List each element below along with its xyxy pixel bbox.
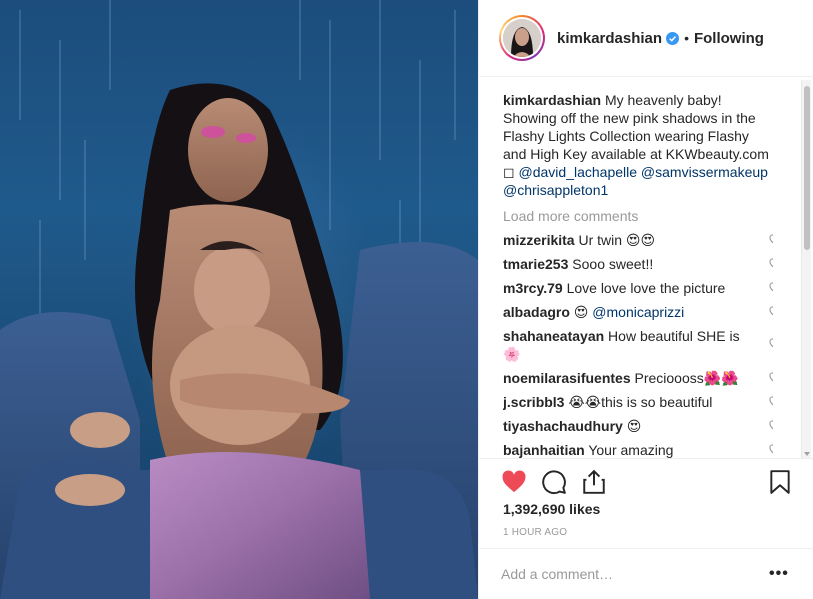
comment-username[interactable]: m3rcy.79 xyxy=(503,280,563,296)
mention-link[interactable]: @chrisappleton1 xyxy=(503,182,608,198)
comment-text: Sooo sweet!! xyxy=(568,256,654,272)
heart-outline-icon[interactable] xyxy=(769,258,773,270)
avatar-portrait xyxy=(503,19,541,57)
comment-username[interactable]: shahaneatayan xyxy=(503,328,604,344)
verified-badge-icon xyxy=(666,31,680,45)
comment-text: 😍 xyxy=(622,418,642,434)
heart-outline-icon[interactable] xyxy=(769,420,773,432)
heart-outline-icon[interactable] xyxy=(769,444,773,456)
post-side-panel: kimkardashian • Following kimkardashian … xyxy=(478,0,813,599)
comment-item: tiyashachaudhury 😍 xyxy=(503,417,773,435)
comment-text: Love love love the picture xyxy=(562,280,726,296)
photo-illustration xyxy=(0,0,478,599)
mention-link[interactable]: @samvissermakeup xyxy=(641,164,768,180)
comment-item: m3rcy.79 Love love love the picture xyxy=(503,279,773,297)
heart-outline-icon[interactable] xyxy=(769,396,773,408)
comment-username[interactable]: tmarie253 xyxy=(503,256,568,272)
heart-outline-icon[interactable] xyxy=(769,372,773,384)
scroll-down-arrow-icon[interactable] xyxy=(804,452,810,456)
comment-item: mizzerikita Ur twin 😍😍 xyxy=(503,231,773,249)
post-header: kimkardashian • Following xyxy=(479,0,813,77)
comment-item: albadagro 😍 @monicaprizzi xyxy=(503,303,773,321)
separator-dot: • xyxy=(684,30,689,46)
comments-scrollbar[interactable] xyxy=(801,80,811,458)
comment-text: Your amazing xyxy=(584,442,674,458)
avatar-image xyxy=(503,19,541,57)
header-username[interactable]: kimkardashian xyxy=(557,30,662,47)
comment-username[interactable]: tiyashachaudhury xyxy=(503,418,623,434)
comment-text: Precioooss🌺🌺 xyxy=(630,370,739,386)
comment-username[interactable]: j.scribbl3 xyxy=(503,394,564,410)
post-actions: 1,392,690 likes 1 HOUR AGO xyxy=(479,458,813,548)
comment-item: j.scribbl3 😭😭this is so beautiful xyxy=(503,393,773,411)
heart-outline-icon[interactable] xyxy=(769,282,773,294)
comment-item: tmarie253 Sooo sweet!! xyxy=(503,255,773,273)
post-photo[interactable] xyxy=(0,0,478,599)
comment-item: noemilarasifuentes Precioooss🌺🌺 xyxy=(503,369,773,387)
add-comment-bar: ••• xyxy=(479,548,813,599)
avatar[interactable] xyxy=(499,15,545,61)
comment-text: Ur twin 😍😍 xyxy=(574,232,656,248)
comment-bubble-icon[interactable] xyxy=(541,469,567,495)
share-icon[interactable] xyxy=(581,469,607,495)
caption-glyph: ◻ xyxy=(503,164,515,180)
load-more-comments-button[interactable]: Load more comments xyxy=(503,207,773,225)
add-comment-input[interactable] xyxy=(501,563,751,585)
heart-filled-icon[interactable] xyxy=(501,469,527,495)
comment-item: bajanhaitian Your amazing xyxy=(503,441,773,458)
likes-count[interactable]: 1,392,690 likes xyxy=(503,501,600,517)
heart-outline-icon[interactable] xyxy=(769,234,773,246)
comments-list[interactable]: kimkardashian My heavenly baby! Showing … xyxy=(503,91,773,458)
comment-username[interactable]: noemilarasifuentes xyxy=(503,370,631,386)
bookmark-icon[interactable] xyxy=(767,469,793,495)
comment-username[interactable]: albadagro xyxy=(503,304,570,320)
comment-text: 😍 xyxy=(569,304,593,320)
comment-username[interactable]: bajanhaitian xyxy=(503,442,585,458)
heart-outline-icon[interactable] xyxy=(769,306,773,318)
comment-item: shahaneatayan How beautiful SHE is 🌸 xyxy=(503,327,773,363)
scrollbar-thumb[interactable] xyxy=(804,86,810,250)
comment-username[interactable]: mizzerikita xyxy=(503,232,575,248)
following-button[interactable]: Following xyxy=(694,30,764,47)
avatar-inner xyxy=(501,17,543,59)
more-options-button[interactable]: ••• xyxy=(769,565,789,583)
mention-link[interactable]: @david_lachapelle xyxy=(519,164,638,180)
post-caption: kimkardashian My heavenly baby! Showing … xyxy=(503,91,773,199)
heart-outline-icon[interactable] xyxy=(769,338,773,350)
post-timestamp[interactable]: 1 HOUR AGO xyxy=(503,527,567,538)
comment-text: 😭😭this is so beautiful xyxy=(564,394,713,410)
mention-link[interactable]: @monicaprizzi xyxy=(592,304,684,320)
caption-username[interactable]: kimkardashian xyxy=(503,92,601,108)
